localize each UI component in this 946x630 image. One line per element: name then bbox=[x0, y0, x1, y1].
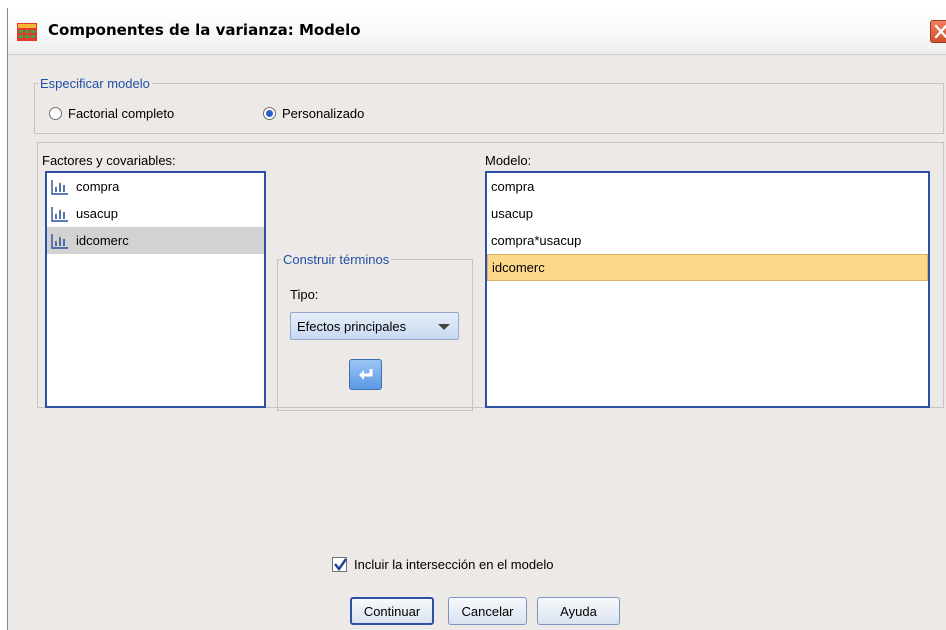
arrow-left-icon bbox=[358, 368, 372, 380]
type-label: Tipo: bbox=[290, 287, 319, 302]
factor-item-label: usacup bbox=[76, 206, 118, 221]
help-button-label: Ayuda bbox=[560, 603, 597, 619]
checkmark-icon bbox=[334, 558, 347, 572]
include-intercept-label: Incluir la intersección en el modelo bbox=[354, 557, 554, 572]
scale-variable-icon bbox=[51, 179, 68, 195]
factor-item-usacup[interactable]: usacup bbox=[47, 200, 264, 227]
factor-item-compra[interactable]: compra bbox=[47, 173, 264, 200]
specify-model-group: Especificar modelo bbox=[34, 76, 944, 134]
model-listbox[interactable]: compra usacup compra*usacup idcomerc bbox=[485, 171, 930, 408]
chevron-down-icon bbox=[438, 324, 450, 330]
term-type-dropdown[interactable]: Efectos principales bbox=[290, 312, 459, 340]
include-intercept-checkbox[interactable]: Incluir la intersección en el modelo bbox=[332, 557, 553, 572]
move-to-model-button[interactable] bbox=[349, 359, 382, 390]
model-term-label: idcomerc bbox=[492, 260, 545, 275]
radio-full-factorial[interactable]: Factorial completo bbox=[49, 106, 174, 121]
continue-button[interactable]: Continuar bbox=[350, 597, 434, 625]
model-label: Modelo: bbox=[485, 153, 532, 168]
factors-label: Factores y covariables: bbox=[42, 153, 176, 168]
dialog-window: Componentes de la varianza: Modelo Espec… bbox=[7, 8, 946, 630]
help-button[interactable]: Ayuda bbox=[537, 597, 620, 625]
cancel-button-label: Cancelar bbox=[461, 603, 514, 619]
model-term-selected[interactable]: idcomerc bbox=[487, 254, 928, 281]
model-term[interactable]: compra bbox=[487, 173, 928, 200]
build-terms-legend: Construir términos bbox=[283, 252, 390, 267]
continue-button-label: Continuar bbox=[363, 603, 421, 619]
scale-variable-icon bbox=[51, 233, 68, 249]
dialog-body: Especificar modelo Factorial completo Pe… bbox=[8, 56, 946, 630]
specify-model-legend: Especificar modelo bbox=[40, 76, 150, 91]
radio-custom-button[interactable] bbox=[263, 107, 276, 120]
factor-item-label: idcomerc bbox=[76, 233, 129, 248]
close-icon bbox=[934, 24, 946, 39]
close-button[interactable] bbox=[930, 20, 946, 43]
radio-full-factorial-button[interactable] bbox=[49, 107, 62, 120]
cancel-button[interactable]: Cancelar bbox=[448, 597, 527, 625]
include-intercept-box[interactable] bbox=[332, 557, 347, 572]
radio-full-factorial-label: Factorial completo bbox=[68, 106, 175, 121]
radio-custom[interactable]: Personalizado bbox=[263, 106, 364, 121]
factors-listbox[interactable]: compra usacup idcomerc bbox=[45, 171, 266, 408]
factor-item-label: compra bbox=[76, 179, 120, 194]
model-term[interactable]: usacup bbox=[487, 200, 928, 227]
model-term-label: compra*usacup bbox=[491, 233, 582, 248]
scale-variable-icon bbox=[51, 206, 68, 222]
term-type-value: Efectos principales bbox=[297, 318, 407, 334]
factor-item-idcomerc[interactable]: idcomerc bbox=[47, 227, 264, 254]
title-bar[interactable]: Componentes de la varianza: Modelo bbox=[8, 8, 946, 55]
model-term-label: usacup bbox=[491, 206, 533, 221]
model-term[interactable]: compra*usacup bbox=[487, 227, 928, 254]
spss-table-icon bbox=[17, 23, 37, 41]
window-title: Componentes de la varianza: Modelo bbox=[48, 21, 361, 39]
radio-custom-label: Personalizado bbox=[282, 106, 365, 121]
model-term-label: compra bbox=[491, 179, 535, 194]
